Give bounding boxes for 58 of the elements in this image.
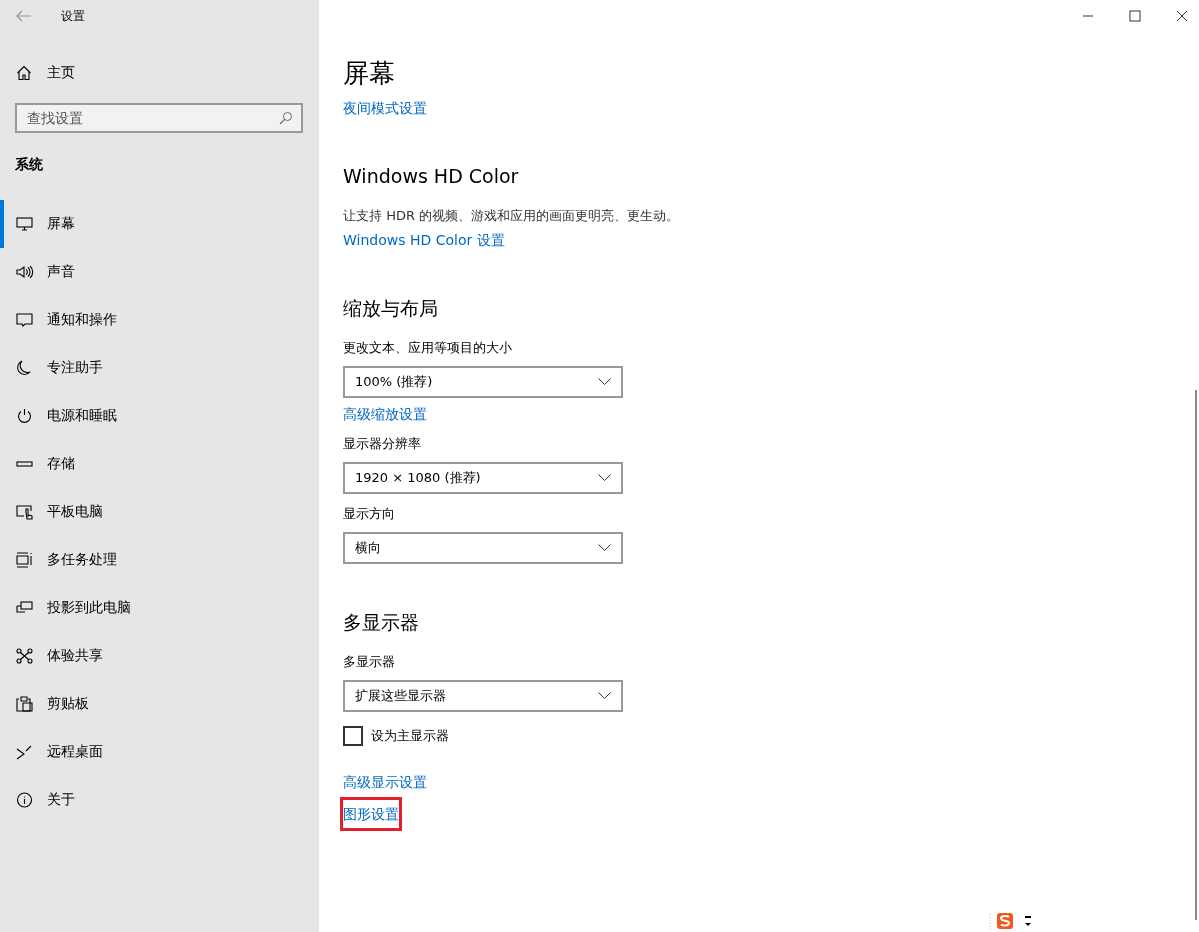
- message-icon: [16, 312, 34, 328]
- section-heading: 系统: [15, 156, 44, 174]
- description-text: 让支持 HDR 的视频、游戏和应用的画面更明亮、更生动。: [343, 207, 681, 225]
- scrollbar[interactable]: [1195, 390, 1197, 920]
- field-label: 多显示器: [343, 653, 396, 671]
- share-icon: [16, 648, 34, 664]
- sidebar-item[interactable]: 体验共享: [0, 632, 319, 680]
- projector-icon: [16, 600, 34, 616]
- power-icon: [16, 408, 34, 424]
- field-label: 显示器分辨率: [343, 435, 422, 453]
- field-label: 更改文本、应用等项目的大小: [343, 339, 513, 357]
- chevron-down-icon: [598, 474, 611, 482]
- sidebar-item[interactable]: 投影到此电脑: [0, 584, 319, 632]
- multitask-icon: [16, 552, 34, 568]
- checkbox-label: 设为主显示器: [371, 727, 449, 745]
- search-icon: [279, 111, 293, 125]
- field-label: 显示方向: [343, 505, 396, 523]
- home-icon: [16, 65, 32, 81]
- dropdown[interactable]: 100% (推荐): [343, 366, 623, 398]
- chevron-down-icon: [598, 692, 611, 700]
- settings-link[interactable]: 图形设置: [343, 800, 399, 828]
- sidebar-item[interactable]: 屏幕: [0, 200, 319, 248]
- dropdown[interactable]: 扩展这些显示器: [343, 680, 623, 712]
- settings-link[interactable]: 高级显示设置: [343, 772, 427, 792]
- home-nav-item[interactable]: 主页: [0, 53, 319, 93]
- search-field[interactable]: 查找设置: [15, 103, 303, 133]
- close-icon[interactable]: [1176, 10, 1188, 22]
- sidebar-item[interactable]: 剪贴板: [0, 680, 319, 728]
- settings-link[interactable]: Windows HD Color 设置: [343, 230, 505, 250]
- remote-icon: [16, 744, 34, 760]
- settings-link[interactable]: 高级缩放设置: [343, 404, 427, 424]
- caret-icon[interactable]: [1025, 915, 1031, 927]
- section-title: 缩放与布局: [343, 296, 439, 321]
- sidebar-item[interactable]: 通知和操作: [0, 296, 319, 344]
- sidebar-item[interactable]: 多任务处理: [0, 536, 319, 584]
- sidebar-item[interactable]: 平板电脑: [0, 488, 319, 536]
- section-title: Windows HD Color: [343, 164, 520, 189]
- chevron-down-icon: [598, 378, 611, 386]
- sidebar-item[interactable]: 存储: [0, 440, 319, 488]
- maximize-icon[interactable]: [1129, 10, 1141, 22]
- clipboard-icon: [16, 696, 34, 712]
- dropdown[interactable]: 1920 × 1080 (推荐): [343, 462, 623, 494]
- sidebar-item[interactable]: 声音: [0, 248, 319, 296]
- sidebar-item[interactable]: 专注助手: [0, 344, 319, 392]
- monitor-icon: [16, 216, 34, 232]
- sidebar-item[interactable]: 电源和睡眠: [0, 392, 319, 440]
- sidebar-item[interactable]: 关于: [0, 776, 319, 824]
- dropdown[interactable]: 横向: [343, 532, 623, 564]
- chevron-down-icon: [598, 544, 611, 552]
- section-title: 多显示器: [343, 610, 420, 635]
- settings-link[interactable]: 夜间模式设置: [343, 98, 427, 118]
- sidebar-item[interactable]: 远程桌面: [0, 728, 319, 776]
- page-title: 屏幕: [343, 57, 396, 90]
- window-title: 设置: [61, 7, 85, 25]
- info-icon: [16, 792, 34, 808]
- checkbox[interactable]: [343, 726, 363, 746]
- speaker-icon: [16, 264, 34, 280]
- tablet-icon: [16, 504, 34, 520]
